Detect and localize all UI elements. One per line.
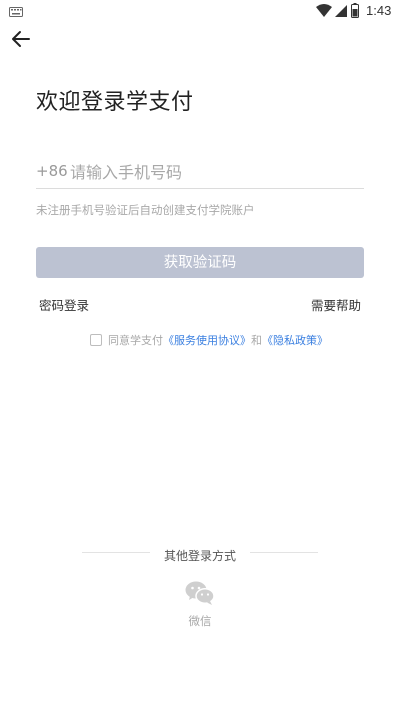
wechat-label[interactable]: 微信 xyxy=(0,613,400,629)
password-login-link[interactable]: 密码登录 xyxy=(39,295,89,314)
agreement-row: 同意学支付《服务使用协议》和《隐私政策》 xyxy=(90,332,328,348)
agreement-checkbox[interactable] xyxy=(90,334,102,346)
wifi-icon xyxy=(316,4,332,17)
other-login-label: 其他登录方式 xyxy=(163,549,236,563)
other-login-section: 其他登录方式 xyxy=(0,545,400,564)
phone-field-row: +86 xyxy=(36,158,364,189)
country-code[interactable]: +86 xyxy=(36,162,68,180)
divider-right xyxy=(250,552,318,553)
agreement-prefix: 同意学支付 xyxy=(108,334,163,347)
register-hint: 未注册手机号验证后自动创建支付学院账户 xyxy=(36,203,255,217)
need-help-link[interactable]: 需要帮助 xyxy=(311,295,361,314)
divider-left xyxy=(82,552,150,553)
battery-icon xyxy=(351,3,359,18)
status-time: 1:43 xyxy=(366,3,392,18)
status-bar: 1:43 xyxy=(0,0,400,24)
signal-icon xyxy=(335,5,347,17)
service-agreement-link[interactable]: 《服务使用协议》 xyxy=(163,334,251,347)
keyboard-icon xyxy=(9,7,23,17)
agreement-and: 和 xyxy=(251,334,262,347)
privacy-policy-link[interactable]: 《隐私政策》 xyxy=(262,334,328,347)
page-title: 欢迎登录学支付 xyxy=(36,90,194,115)
wechat-icon[interactable] xyxy=(185,580,215,606)
phone-number-input[interactable] xyxy=(70,158,360,186)
get-verification-code-button[interactable]: 获取验证码 xyxy=(36,247,364,278)
back-arrow-icon[interactable] xyxy=(10,28,32,50)
